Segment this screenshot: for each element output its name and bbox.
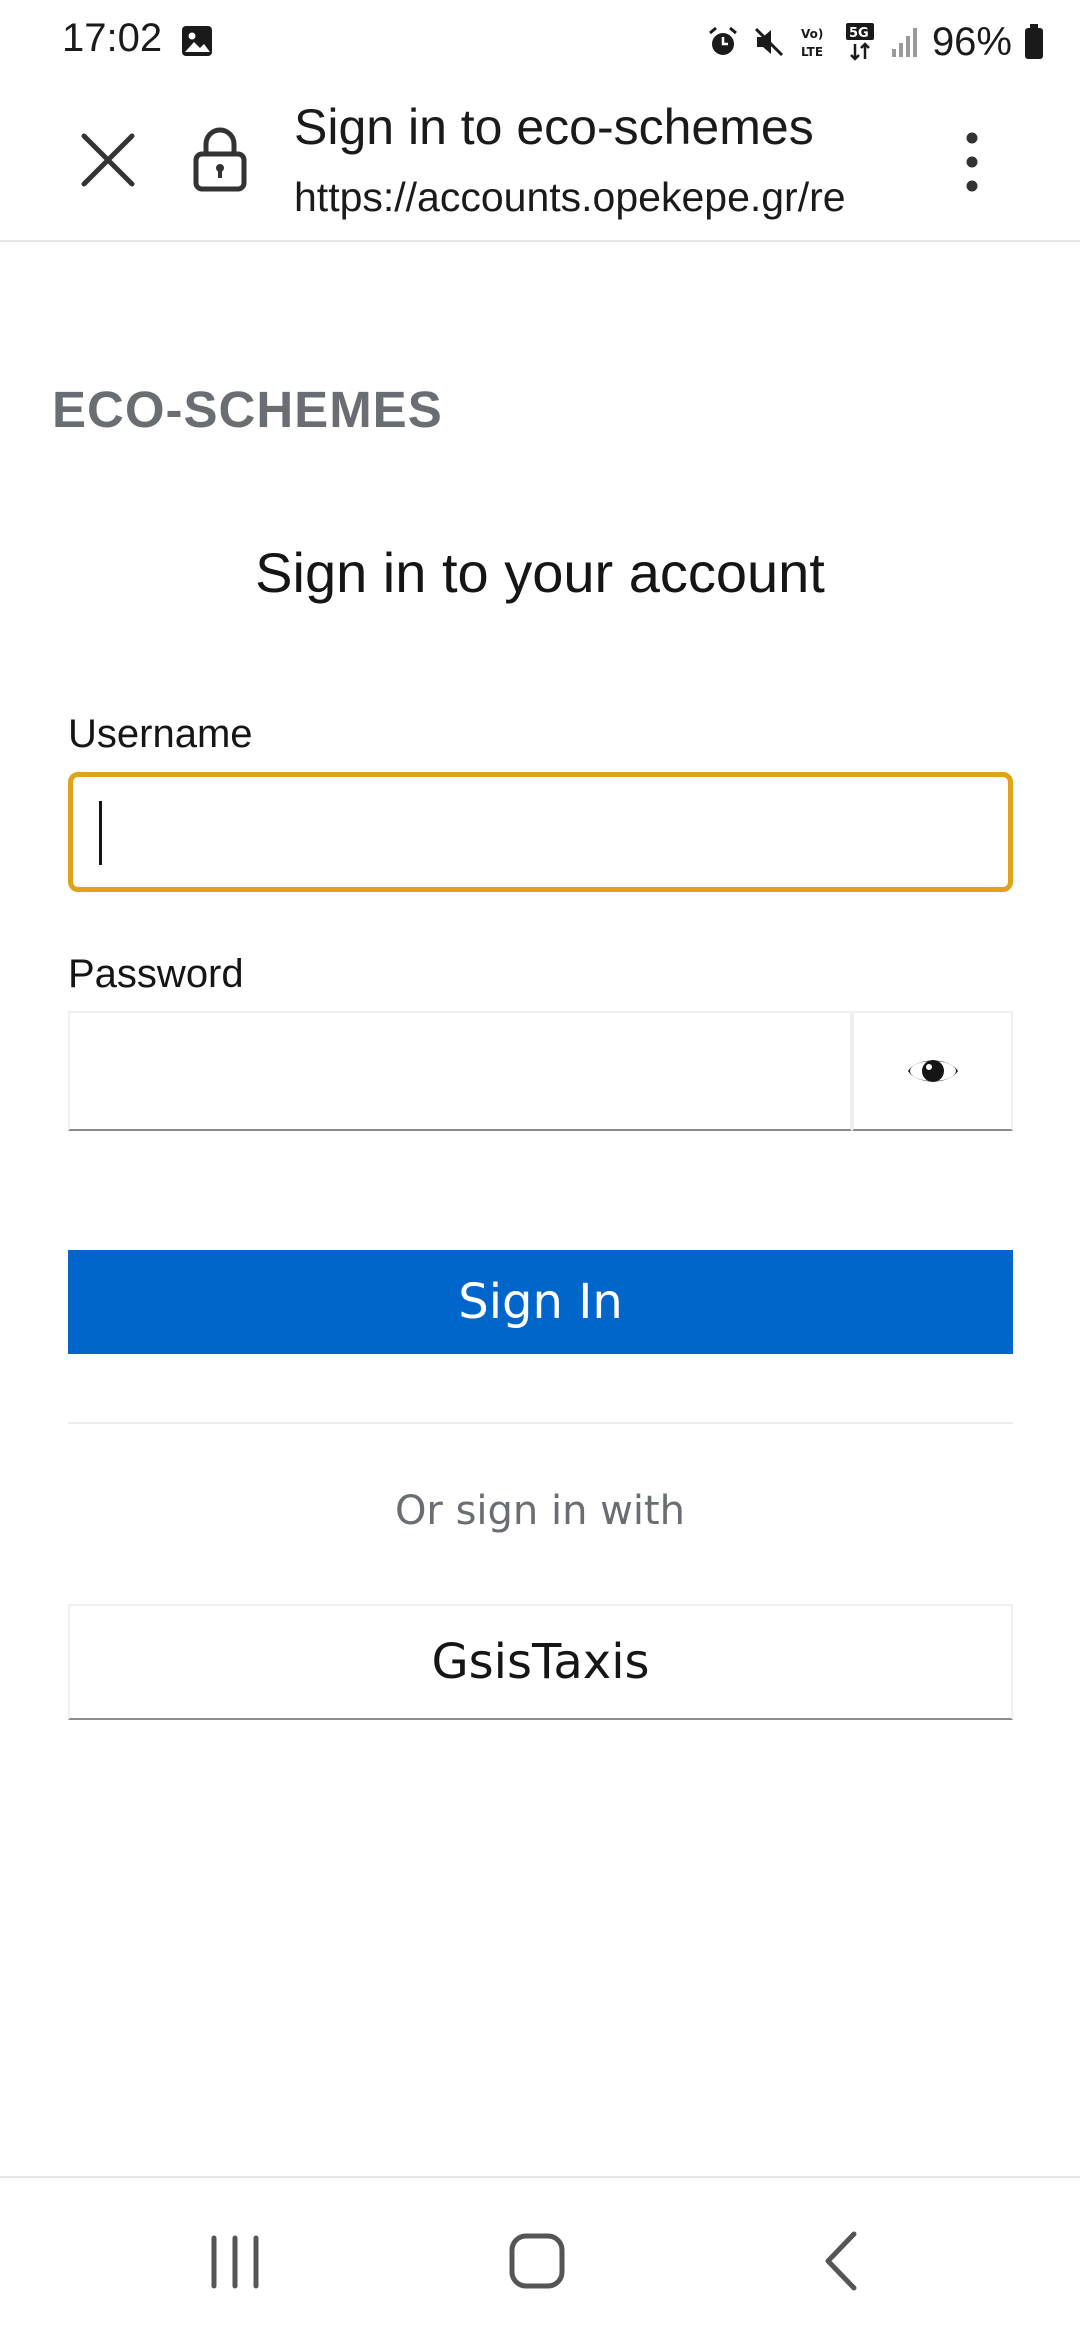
sign-in-button[interactable]: Sign In [68, 1250, 1013, 1354]
volte-icon: Vo) LTE [801, 27, 823, 59]
page-title: Sign in to eco-schemes [294, 99, 814, 155]
more-vert-icon[interactable] [956, 130, 988, 194]
browser-toolbar: Sign in to eco-schemes https://accounts.… [0, 84, 1080, 242]
home-icon[interactable] [508, 2232, 566, 2290]
username-label: Username [68, 712, 253, 756]
status-icons: Vo) LTE 5G 96% [706, 18, 1044, 66]
url-text[interactable]: https://accounts.opekepe.gr/re [294, 174, 892, 221]
gsistaxis-button[interactable]: GsisTaxis [68, 1604, 1013, 1720]
status-bar: 17:02 Vo) LTE 5G 96% [0, 0, 1080, 84]
login-heading: Sign in to your account [255, 541, 825, 604]
password-input[interactable] [68, 1011, 852, 1131]
username-input[interactable] [68, 772, 1013, 892]
navigation-bar [0, 2176, 1080, 2340]
svg-text:LTE: LTE [801, 45, 823, 59]
recents-icon[interactable] [208, 2234, 262, 2290]
close-icon[interactable] [76, 128, 140, 192]
text-caret [99, 801, 102, 865]
mute-icon [754, 27, 783, 57]
eye-icon [907, 1060, 958, 1082]
password-label: Password [68, 952, 244, 996]
alarm-icon [708, 26, 737, 55]
brand-logo-text: ECO-SCHEMES [52, 381, 443, 438]
svg-text:5G: 5G [849, 26, 869, 41]
gallery-icon [182, 26, 212, 56]
battery-icon [1025, 24, 1043, 59]
back-icon[interactable] [822, 2230, 860, 2292]
status-time: 17:02 [62, 16, 163, 60]
alt-signin-text: Or sign in with [394, 1488, 686, 1534]
lock-icon[interactable] [192, 126, 248, 192]
5g-icon: 5G [845, 23, 874, 61]
svg-text:Vo): Vo) [801, 27, 823, 41]
show-password-button[interactable] [852, 1011, 1013, 1131]
divider [68, 1422, 1013, 1424]
battery-percent: 96% [931, 19, 1012, 64]
signal-icon [891, 28, 917, 57]
